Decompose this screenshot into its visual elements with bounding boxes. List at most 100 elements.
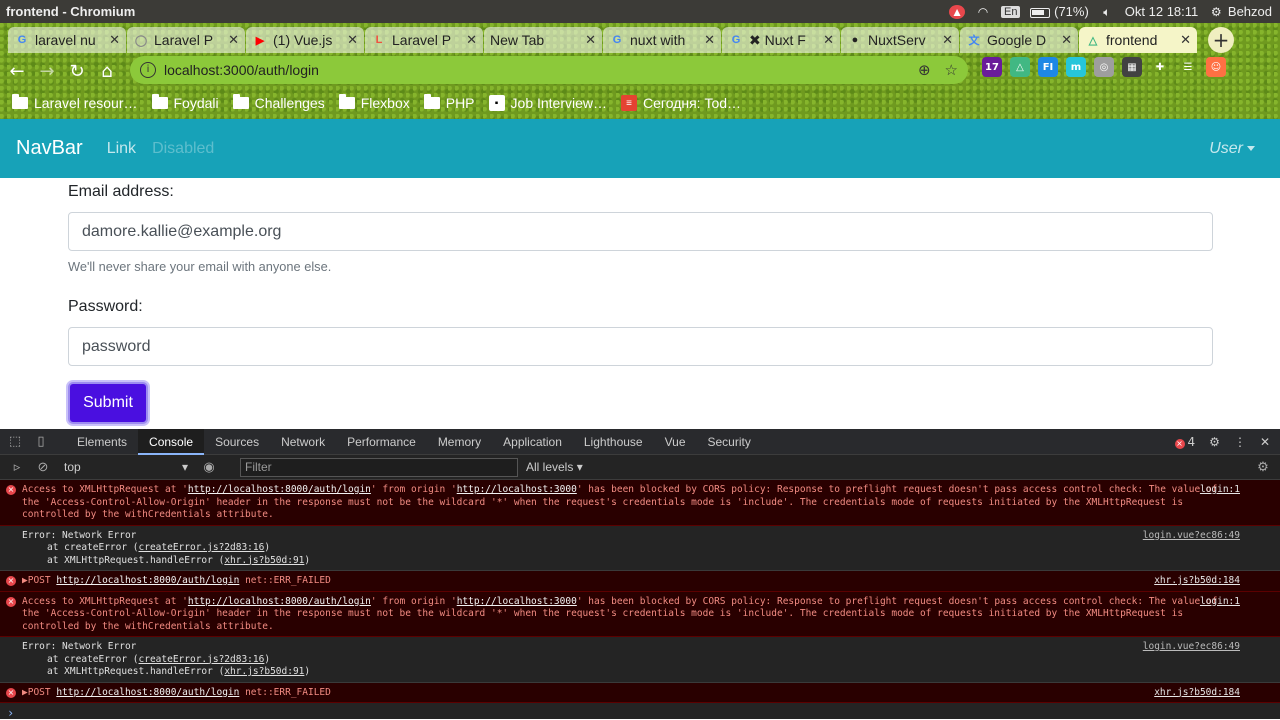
address-bar[interactable]: i localhost:3000/auth/login ⊕ ☆ [130, 56, 968, 84]
zoom-icon[interactable]: ⊕ [918, 61, 931, 79]
bookmark-item[interactable]: Challenges [232, 94, 325, 111]
devtools-tab-performance[interactable]: Performance [336, 429, 427, 455]
devtools-tab-vue[interactable]: Vue [654, 429, 697, 455]
message-source-link[interactable]: xhr.js?b50d:184 [1154, 575, 1240, 588]
volume-icon[interactable]: 🔈︎ [1099, 5, 1115, 19]
devtools-tab-application[interactable]: Application [492, 429, 573, 455]
live-expression-eye-icon[interactable]: ◉ [198, 457, 220, 477]
battery-indicator[interactable]: (71%) [1030, 4, 1089, 19]
fi-ext-icon[interactable]: FI [1038, 57, 1058, 77]
nav-link[interactable]: Link [107, 140, 136, 158]
tab-close-icon[interactable]: ✕ [823, 32, 834, 48]
stack-link[interactable]: xhr.js?b50d:91 [224, 666, 304, 677]
address-url[interactable]: localhost:3000/auth/login [164, 62, 319, 78]
wifi-icon[interactable]: ◠ [975, 5, 991, 19]
nuxt-ext-icon[interactable]: △ [1010, 57, 1030, 77]
reload-icon[interactable]: ↻ [64, 58, 90, 84]
tab-close-icon[interactable]: ✕ [228, 32, 239, 48]
user-dropdown[interactable]: User [1209, 140, 1255, 158]
browser-tab[interactable]: △ frontend ✕ [1079, 27, 1197, 53]
expand-toggle[interactable]: ▶POST [22, 687, 56, 698]
request-url-link[interactable]: http://localhost:8000/auth/login [56, 687, 239, 698]
email-field[interactable]: damore.kallie@example.org [68, 212, 1213, 251]
console-filter-input[interactable]: Filter [240, 457, 518, 477]
browser-tab[interactable]: ▶ (1) Vue.js ✕ [246, 27, 364, 53]
submit-button[interactable]: Submit [68, 382, 148, 424]
device-toolbar-icon[interactable]: ▯ [30, 432, 52, 452]
language-indicator[interactable]: En [1001, 5, 1021, 18]
app-indicator-icon[interactable]: ▲ [949, 4, 966, 19]
puzzle-icon[interactable]: ✚ [1150, 57, 1170, 77]
error-url-link[interactable]: http://localhost:8000/auth/login [188, 596, 371, 607]
reading-list-icon[interactable]: ☰ [1178, 57, 1198, 77]
origin-url-link[interactable]: http://localhost:3000 [457, 484, 577, 495]
message-source-link[interactable]: xhr.js?b50d:184 [1154, 687, 1240, 700]
clock[interactable]: Okt 12 18:11 [1125, 4, 1198, 19]
console-settings-icon[interactable]: ⚙ [1252, 457, 1274, 477]
browser-tab[interactable]: ◯ Laravel P ✕ [127, 27, 245, 53]
devtools-tab-memory[interactable]: Memory [427, 429, 492, 455]
bookmark-item[interactable]: Foydali [151, 94, 219, 111]
message-source-link[interactable]: login:1 [1200, 596, 1240, 609]
new-tab-plus-icon[interactable]: + [1208, 27, 1234, 53]
error-counter[interactable]: × 4 [1174, 435, 1195, 449]
qr-ext-icon[interactable]: ▦ [1122, 57, 1142, 77]
context-select[interactable]: top ▾ [64, 460, 188, 474]
tab-close-icon[interactable]: ✕ [1061, 32, 1072, 48]
bookmark-item[interactable]: Laravel resour… [12, 94, 138, 111]
error-url-link[interactable]: http://localhost:8000/auth/login [188, 484, 371, 495]
message-source-link[interactable]: login:1 [1200, 484, 1240, 497]
password-field[interactable]: password [68, 327, 1213, 366]
back-arrow-icon[interactable]: ← [4, 58, 30, 84]
sidebar-toggle-icon[interactable]: ▹ [6, 457, 28, 477]
origin-url-link[interactable]: http://localhost:3000 [457, 596, 577, 607]
devtools-more-icon[interactable]: ⋮ [1234, 435, 1246, 449]
home-icon[interactable]: ⌂ [94, 58, 120, 84]
browser-tab[interactable]: Glaravel nu ✕ [8, 27, 126, 53]
calendar-ext-icon[interactable]: 17 [982, 57, 1002, 77]
tab-close-icon[interactable]: ✕ [466, 32, 477, 48]
devtools-tab-elements[interactable]: Elements [66, 429, 138, 455]
bookmark-item[interactable]: PHP [423, 94, 475, 111]
browser-tab[interactable]: Gnuxt with ✕ [603, 27, 721, 53]
message-source-link[interactable]: login.vue?ec86:49 [1143, 530, 1240, 543]
tab-close-icon[interactable]: ✕ [585, 32, 596, 48]
profile-avatar-icon[interactable]: ☺ [1206, 57, 1226, 77]
stack-link[interactable]: createError.js?2d83:16 [139, 542, 265, 553]
browser-tab[interactable]: L Laravel P ✕ [365, 27, 483, 53]
request-url-link[interactable]: http://localhost:8000/auth/login [56, 575, 239, 586]
bookmark-item[interactable]: Flexbox [338, 94, 410, 111]
tab-close-icon[interactable]: ✕ [109, 32, 120, 48]
stack-link[interactable]: createError.js?2d83:16 [139, 654, 265, 665]
user-menu[interactable]: ⚙ Behzod [1208, 4, 1272, 19]
devtools-tab-network[interactable]: Network [270, 429, 336, 455]
devtools-settings-icon[interactable]: ⚙ [1209, 435, 1220, 449]
browser-tab[interactable]: ● NuxtServ ✕ [841, 27, 959, 53]
console-prompt[interactable]: › [0, 707, 1280, 720]
forward-arrow-icon[interactable]: → [34, 58, 60, 84]
browser-tab[interactable]: New Tab ✕ [484, 27, 602, 53]
devtools-tab-sources[interactable]: Sources [204, 429, 270, 455]
tab-close-icon[interactable]: ✕ [942, 32, 953, 48]
devtools-tab-console[interactable]: Console [138, 428, 205, 455]
circle-ext-icon[interactable]: ◎ [1094, 57, 1114, 77]
browser-tab[interactable]: G ✖ Nuxt F ✕ [722, 27, 840, 53]
stack-link[interactable]: xhr.js?b50d:91 [224, 555, 304, 566]
message-source-link[interactable]: login.vue?ec86:49 [1143, 641, 1240, 654]
browser-tab[interactable]: 文 Google D ✕ [960, 27, 1078, 53]
bookmark-item[interactable]: ≡ Сегодня: Tod… [621, 95, 741, 111]
devtools-close-icon[interactable]: ✕ [1260, 435, 1270, 449]
site-info-icon[interactable]: i [140, 62, 156, 78]
navbar-brand[interactable]: NavBar [16, 137, 83, 160]
bookmark-item[interactable]: ▪ Job Interview… [488, 95, 607, 111]
devtools-tab-security[interactable]: Security [697, 429, 762, 455]
log-levels-dropdown[interactable]: All levels ▾ [526, 460, 583, 474]
clear-console-icon[interactable]: ⊘ [32, 457, 54, 477]
tab-close-icon[interactable]: ✕ [1180, 32, 1191, 48]
m-ext-icon[interactable]: m [1066, 57, 1086, 77]
tab-close-icon[interactable]: ✕ [347, 32, 358, 48]
expand-toggle[interactable]: ▶POST [22, 575, 56, 586]
inspect-element-icon[interactable]: ⬚ [4, 432, 26, 452]
tab-close-icon[interactable]: ✕ [704, 32, 715, 48]
bookmark-star-icon[interactable]: ☆ [945, 61, 958, 79]
